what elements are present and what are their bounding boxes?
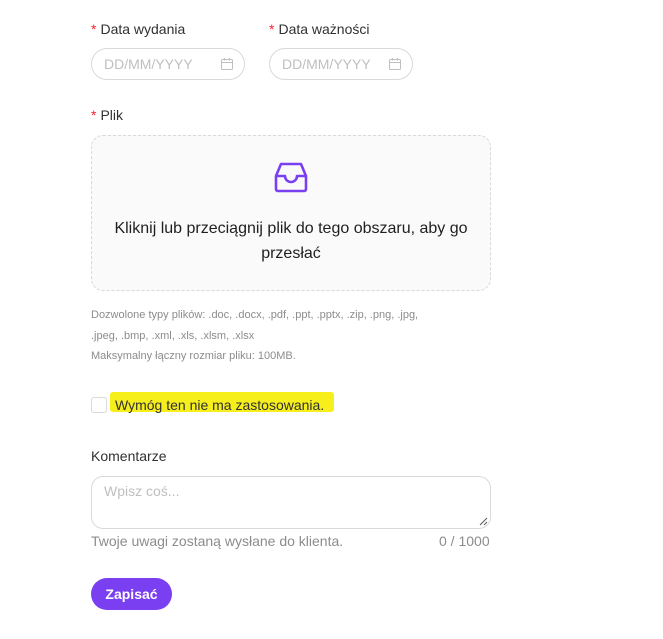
required-mark: * xyxy=(91,21,97,37)
calendar-icon[interactable] xyxy=(388,57,402,71)
expiry-date-picker[interactable] xyxy=(269,48,413,80)
save-button[interactable]: Zapisać xyxy=(91,578,172,610)
max-file-size: Maksymalny łączny rozmiar pliku: 100MB. xyxy=(91,350,296,362)
comments-textarea[interactable] xyxy=(92,477,490,528)
file-upload-dropzone[interactable]: Kliknij lub przeciągnij plik do tego obs… xyxy=(91,135,491,291)
not-applicable-period: . xyxy=(320,397,325,413)
allowed-file-types-line-2: .jpeg, .bmp, .xml, .xls, .xlsm, .xlsx xyxy=(91,329,255,342)
character-counter: 0 / 1000 xyxy=(439,533,490,549)
issue-date-input[interactable] xyxy=(104,56,220,72)
issue-date-picker[interactable] xyxy=(91,48,245,80)
file-label: * Plik xyxy=(91,107,123,123)
comments-label: Komentarze xyxy=(91,448,167,464)
issue-date-label: * Data wydania xyxy=(91,21,185,37)
comments-hint: Twoje uwagi zostaną wysłane do klienta. xyxy=(91,533,344,549)
issue-date-label-text: Data wydania xyxy=(100,21,186,37)
expiry-date-label: * Data ważności xyxy=(269,21,370,37)
allowed-file-types-line-1: Dozwolone typy plików: .doc, .docx, .pdf… xyxy=(91,309,419,321)
inbox-icon xyxy=(274,162,308,193)
allowed-file-types: Dozwolone typy plików: .doc, .docx, .pdf… xyxy=(91,305,481,367)
calendar-icon[interactable] xyxy=(220,57,234,71)
upload-instruction: Kliknij lub przeciągnij plik do tego obs… xyxy=(114,220,468,262)
resize-handle-icon[interactable] xyxy=(479,517,488,526)
not-applicable-label[interactable]: Wymóg ten nie ma zastosowania xyxy=(115,397,320,413)
comments-box[interactable] xyxy=(91,476,491,529)
not-applicable-checkbox[interactable] xyxy=(91,397,107,413)
file-label-text: Plik xyxy=(100,107,124,123)
expiry-date-label-text: Data ważności xyxy=(278,21,370,37)
expiry-date-input[interactable] xyxy=(282,56,388,72)
required-mark: * xyxy=(91,107,97,123)
required-mark: * xyxy=(269,21,275,37)
not-applicable-row[interactable]: Wymóg ten nie ma zastosowania. xyxy=(91,397,324,413)
